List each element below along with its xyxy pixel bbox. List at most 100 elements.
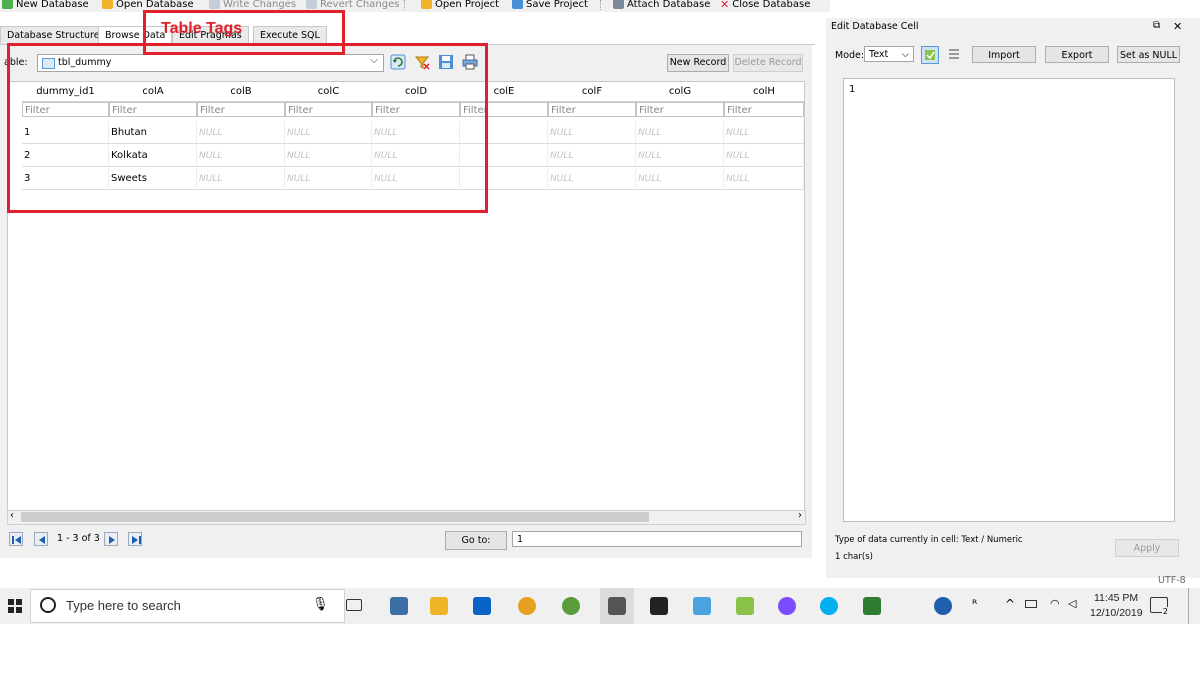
- horizontal-scrollbar[interactable]: ‹ ›: [7, 510, 806, 525]
- taskbar-app-icon[interactable]: [390, 597, 408, 615]
- cell-char-count: 1 char(s): [835, 552, 873, 562]
- link-app-icon[interactable]: [778, 597, 796, 615]
- cell-type-info: Type of data currently in cell: Text / N…: [835, 535, 1023, 545]
- word-wrap-button[interactable]: [947, 47, 961, 61]
- revert-changes-button[interactable]: Revert Changes: [306, 0, 399, 10]
- encoding-status: UTF-8: [1158, 575, 1186, 586]
- mode-select[interactable]: Text ⌵: [864, 46, 914, 62]
- main-tabs: Database Structure Browse Data Edit Prag…: [0, 24, 820, 46]
- last-record-icon: [132, 536, 141, 544]
- open-database-button[interactable]: Open Database: [102, 0, 194, 10]
- clock-date[interactable]: 12/10/2019: [1090, 607, 1143, 619]
- db-browser-icon: [608, 597, 626, 615]
- show-desktop-button[interactable]: [1188, 588, 1189, 624]
- table-cell[interactable]: NULL: [724, 168, 804, 190]
- microphone-icon[interactable]: 🎙: [312, 597, 329, 612]
- column-header[interactable]: colH: [724, 82, 804, 102]
- save-project-icon: [512, 0, 523, 9]
- outlook-icon[interactable]: [473, 597, 491, 615]
- last-record-button[interactable]: [128, 532, 142, 546]
- table-cell[interactable]: NULL: [636, 168, 724, 190]
- file-explorer-icon[interactable]: [430, 597, 448, 615]
- scroll-left-icon[interactable]: ‹: [10, 510, 14, 521]
- column-header[interactable]: colF: [548, 82, 637, 102]
- mode-label: Mode:: [835, 50, 865, 61]
- previous-record-button[interactable]: [34, 532, 48, 546]
- cortana-icon: [40, 597, 56, 613]
- wifi-icon[interactable]: ◠: [1050, 597, 1060, 610]
- android-studio-icon[interactable]: [562, 597, 580, 615]
- new-database-button[interactable]: New Database: [2, 0, 89, 10]
- next-record-icon: [109, 536, 115, 544]
- word-wrap-icon: [949, 49, 959, 59]
- cell-editor-text: 1: [849, 84, 856, 95]
- battery-icon[interactable]: [1025, 600, 1037, 608]
- chrome-icon[interactable]: [518, 597, 536, 615]
- network-app-icon[interactable]: [693, 597, 711, 615]
- clock-time[interactable]: 11:45 PM: [1094, 592, 1138, 604]
- first-record-icon: [12, 536, 21, 544]
- windows-icon: [8, 599, 22, 613]
- scrollbar-thumb[interactable]: [21, 512, 649, 522]
- revert-changes-icon: [306, 0, 317, 9]
- close-database-icon: ✕: [720, 0, 730, 11]
- notifications-button[interactable]: 2: [1150, 597, 1169, 616]
- delete-record-button[interactable]: Delete Record: [733, 54, 803, 72]
- new-database-icon: [2, 0, 13, 9]
- table-cell[interactable]: NULL: [724, 122, 804, 144]
- table-cell[interactable]: NULL: [724, 145, 804, 167]
- open-project-button[interactable]: Open Project: [421, 0, 499, 10]
- first-record-button[interactable]: [9, 532, 23, 546]
- sticky-notes-icon[interactable]: [650, 597, 668, 615]
- next-record-button[interactable]: [104, 532, 118, 546]
- filter-input[interactable]: Filter: [724, 102, 804, 117]
- image-viewer-icon[interactable]: [736, 597, 754, 615]
- table-cell[interactable]: NULL: [548, 168, 636, 190]
- filter-input[interactable]: Filter: [548, 102, 636, 117]
- show-hidden-icons-icon[interactable]: ^: [1005, 597, 1015, 611]
- table-cell[interactable]: NULL: [548, 145, 636, 167]
- auto-switch-icon: [925, 50, 935, 60]
- set-null-button[interactable]: Set as NULL: [1117, 46, 1180, 63]
- import-button[interactable]: Import: [972, 46, 1036, 63]
- auto-switch-mode-button[interactable]: [921, 46, 939, 64]
- skype-icon[interactable]: [820, 597, 838, 615]
- task-view-icon[interactable]: [346, 599, 362, 611]
- notification-count: 2: [1161, 607, 1169, 616]
- float-panel-icon[interactable]: ⧉: [1153, 20, 1160, 31]
- start-button[interactable]: [8, 599, 22, 616]
- table-cell[interactable]: NULL: [636, 122, 724, 144]
- goto-button[interactable]: Go to:: [445, 531, 507, 550]
- table-cell[interactable]: NULL: [636, 145, 724, 167]
- write-changes-icon: [209, 0, 220, 9]
- apply-button[interactable]: Apply: [1115, 539, 1179, 557]
- edit-cell-title: Edit Database Cell: [831, 21, 919, 32]
- chevron-down-icon: ⌵: [901, 49, 909, 60]
- green-app-icon[interactable]: [863, 597, 881, 615]
- attach-database-icon: [613, 0, 624, 9]
- export-button[interactable]: Export: [1045, 46, 1109, 63]
- toolbar-separator: [404, 0, 406, 10]
- annotation-grid-box: [7, 43, 488, 213]
- goto-input[interactable]: 1: [512, 531, 802, 547]
- new-record-button[interactable]: New Record: [667, 54, 729, 72]
- column-header[interactable]: colG: [636, 82, 725, 102]
- cell-editor[interactable]: 1: [843, 78, 1175, 522]
- write-changes-button[interactable]: Write Changes: [209, 0, 296, 10]
- people-icon[interactable]: ᴿ: [972, 597, 977, 611]
- table-cell[interactable]: NULL: [548, 122, 636, 144]
- scroll-right-icon[interactable]: ›: [798, 510, 802, 521]
- close-database-button[interactable]: ✕ Close Database: [720, 0, 810, 11]
- annotation-label: Table Tags: [161, 20, 243, 37]
- help-icon[interactable]: [934, 597, 952, 615]
- close-panel-icon[interactable]: ✕: [1173, 20, 1182, 33]
- save-project-button[interactable]: Save Project: [512, 0, 588, 10]
- open-database-icon: [102, 0, 113, 9]
- filter-input[interactable]: Filter: [636, 102, 724, 117]
- taskbar-search-placeholder: Type here to search: [66, 598, 181, 613]
- record-count: 1 - 3 of 3: [57, 533, 100, 544]
- attach-database-button[interactable]: Attach Database: [613, 0, 710, 10]
- toolbar-separator: [600, 0, 602, 10]
- volume-icon[interactable]: ◁: [1068, 597, 1076, 610]
- open-project-icon: [421, 0, 432, 9]
